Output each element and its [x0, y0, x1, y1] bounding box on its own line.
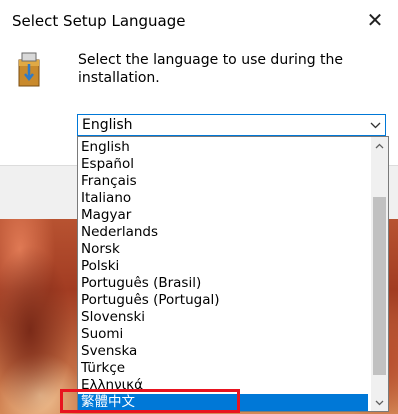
- installer-icon: [18, 52, 40, 87]
- language-option[interactable]: Slovenski: [78, 309, 368, 326]
- language-option[interactable]: Polski: [78, 258, 368, 275]
- language-select-value: English: [82, 117, 133, 133]
- language-option[interactable]: Magyar: [78, 207, 368, 224]
- scroll-down-button[interactable]: [371, 394, 388, 411]
- scroll-thumb[interactable]: [373, 197, 386, 375]
- chevron-down-icon[interactable]: [365, 115, 385, 135]
- close-icon: ✕: [366, 8, 384, 32]
- language-dropdown-list[interactable]: English Español Français Italiano Magyar Nede…: [77, 136, 389, 412]
- language-option[interactable]: Español: [78, 156, 368, 173]
- language-option[interactable]: Ελληνικά: [78, 377, 368, 394]
- language-option[interactable]: Svenska: [78, 343, 368, 360]
- scroll-up-button[interactable]: [371, 137, 388, 154]
- language-option[interactable]: Norsk: [78, 241, 368, 258]
- vertical-scrollbar[interactable]: [371, 137, 388, 411]
- language-option[interactable]: Français: [78, 173, 368, 190]
- close-button[interactable]: ✕: [352, 0, 398, 40]
- window-title: Select Setup Language: [12, 12, 186, 30]
- language-list: English Español Français Italiano Magyar Nede…: [78, 139, 368, 411]
- language-option[interactable]: Nederlands: [78, 224, 368, 241]
- instruction-text: Select the language to use during the in…: [78, 52, 344, 86]
- language-option[interactable]: Türkçe: [78, 360, 368, 377]
- language-option[interactable]: Suomi: [78, 326, 368, 343]
- language-select[interactable]: English: [77, 114, 386, 136]
- language-option[interactable]: English: [78, 139, 368, 156]
- language-option[interactable]: Português (Brasil): [78, 275, 368, 292]
- language-option[interactable]: Italiano: [78, 190, 368, 207]
- language-option[interactable]: Português (Portugal): [78, 292, 368, 309]
- language-option[interactable]: 繁體中文: [78, 394, 368, 411]
